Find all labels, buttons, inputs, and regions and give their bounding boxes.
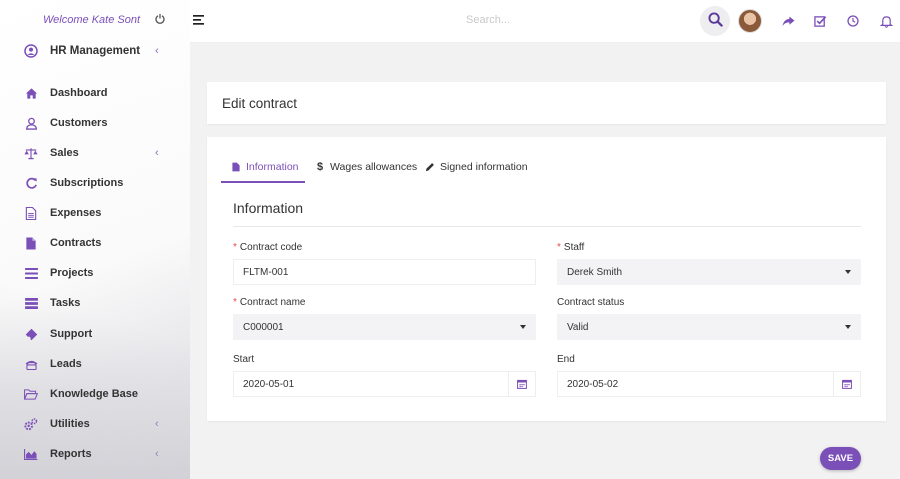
end-date-label: End: [557, 354, 575, 365]
sidebar-item-label: Sales: [50, 147, 79, 159]
refresh-icon: [24, 176, 38, 190]
sidebar-item-label: Reports: [50, 448, 92, 460]
cogs-icon: [24, 417, 38, 431]
sidebar-item-reports[interactable]: Reports: [24, 447, 92, 461]
phone-icon: [24, 357, 38, 371]
folder-open-icon: [24, 387, 38, 401]
sidebar-item-tasks[interactable]: Tasks: [24, 296, 80, 310]
sidebar-item-label: Subscriptions: [50, 177, 124, 189]
home-icon: [24, 86, 38, 100]
sidebar-item-label: Customers: [50, 117, 108, 129]
caret-down-icon: [845, 270, 851, 274]
required-mark: *: [233, 242, 237, 253]
tasks-icon: [24, 296, 38, 310]
sidebar-item-label: Dashboard: [50, 87, 108, 99]
start-date-label: Start: [233, 354, 255, 365]
file-text-icon: [24, 206, 38, 220]
chevron-left-icon[interactable]: ‹: [155, 418, 159, 430]
staff-label: * Staff: [557, 242, 585, 253]
sidebar-item-knowledge-base[interactable]: Knowledge Base: [24, 387, 138, 401]
required-mark: *: [557, 242, 561, 253]
contract-name-select[interactable]: C000001: [233, 314, 536, 340]
calendar-icon[interactable]: [508, 372, 535, 396]
sidebar-item-contracts[interactable]: Contracts: [24, 236, 101, 250]
area-chart-icon: [24, 447, 38, 461]
caret-down-icon: [845, 325, 851, 329]
tab-label: Information: [246, 161, 299, 173]
avatar[interactable]: [738, 9, 762, 33]
sidebar-item-label: Leads: [50, 358, 82, 370]
sidebar-item-label: Tasks: [50, 297, 81, 309]
menu-toggle-icon[interactable]: [193, 15, 204, 25]
contract-status-label: Contract status: [557, 297, 625, 308]
start-date-input[interactable]: 2020-05-01: [233, 371, 536, 397]
sidebar-item-label: Projects: [50, 267, 94, 279]
search-button[interactable]: [700, 6, 730, 36]
contract-code-input[interactable]: FLTM-001: [233, 259, 536, 285]
clock-icon[interactable]: [845, 13, 861, 29]
power-icon[interactable]: [154, 13, 166, 25]
dollar-icon: $: [316, 161, 324, 173]
topbar: [190, 0, 900, 43]
tab-label: Signed information: [440, 161, 528, 173]
page-title: Edit contract: [222, 96, 298, 111]
tab-signed-information[interactable]: Signed information: [425, 161, 528, 173]
contract-code-label: * Contract code: [233, 242, 303, 253]
caret-down-icon: [520, 325, 526, 329]
required-mark: *: [233, 297, 237, 308]
sidebar-item-label: Knowledge Base: [50, 388, 139, 400]
share-icon[interactable]: [780, 13, 796, 29]
chevron-left-icon[interactable]: ‹: [155, 147, 159, 159]
sidebar-item-projects[interactable]: Projects: [24, 266, 93, 280]
sidebar-item-sales[interactable]: Sales: [24, 146, 79, 160]
chevron-left-icon[interactable]: ‹: [155, 448, 159, 460]
sidebar-item-label: Utilities: [50, 418, 90, 430]
calendar-icon[interactable]: [833, 372, 860, 396]
user-icon: [24, 116, 38, 130]
sidebar: Welcome Kate Sont HR Management ‹ Dashbo…: [0, 0, 190, 479]
save-button[interactable]: SAVE: [820, 447, 861, 470]
sidebar-item-label: Contracts: [50, 237, 102, 249]
file-icon: [24, 236, 38, 250]
tab-information[interactable]: Information: [231, 161, 299, 173]
sidebar-item-customers[interactable]: Customers: [24, 116, 107, 130]
sidebar-item-subscriptions[interactable]: Subscriptions: [24, 176, 123, 190]
module-label: HR Management: [50, 45, 141, 57]
module-switcher[interactable]: HR Management: [24, 44, 140, 58]
ticket-icon: [24, 327, 38, 341]
search-icon: [707, 12, 723, 30]
sidebar-item-expenses[interactable]: Expenses: [24, 206, 101, 220]
sidebar-item-support[interactable]: Support: [24, 327, 92, 341]
tab-wages-allowances[interactable]: $ Wages allowances: [315, 161, 417, 173]
sidebar-item-utilities[interactable]: Utilities: [24, 417, 90, 431]
section-divider: [233, 226, 861, 227]
search-input[interactable]: [466, 14, 646, 26]
balance-scale-icon: [24, 146, 38, 160]
chevron-left-icon[interactable]: ‹: [155, 45, 159, 57]
active-tab-indicator: [221, 181, 305, 183]
page-header-card: Edit contract: [207, 82, 886, 124]
bars-icon: [24, 266, 38, 280]
checkbox-icon[interactable]: [812, 13, 828, 29]
end-date-input[interactable]: 2020-05-02: [557, 371, 861, 397]
user-circle-icon: [24, 44, 38, 58]
section-title: Information: [233, 200, 304, 216]
file-icon: [231, 162, 241, 172]
sidebar-item-label: Expenses: [50, 207, 102, 219]
pencil-icon: [425, 162, 435, 172]
staff-select[interactable]: Derek Smith: [557, 259, 861, 285]
sidebar-item-dashboard[interactable]: Dashboard: [24, 86, 107, 100]
sidebar-item-leads[interactable]: Leads: [24, 357, 82, 371]
contract-form-card: Information $ Wages allowances Signed in…: [207, 137, 886, 421]
contract-status-select[interactable]: Valid: [557, 314, 861, 340]
welcome-text: Welcome Kate Sont: [43, 14, 141, 26]
contract-name-label: * Contract name: [233, 297, 306, 308]
sidebar-item-label: Support: [50, 328, 93, 340]
bell-icon[interactable]: [878, 13, 894, 29]
tab-label: Wages allowances: [330, 161, 418, 173]
